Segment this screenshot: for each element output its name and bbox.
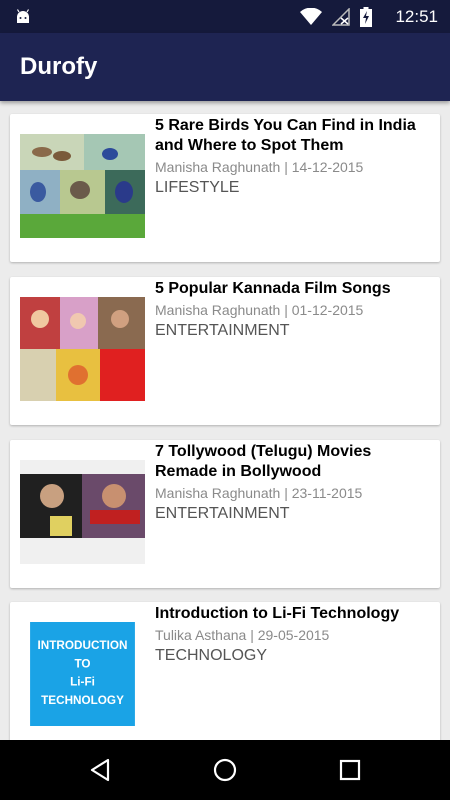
article-text: 7 Tollywood (Telugu) Movies Remade in Bo… — [155, 442, 432, 523]
clock: 12:51 — [395, 7, 438, 26]
article-thumbnail — [20, 134, 145, 238]
svg-text:Li-Fi: Li-Fi — [70, 676, 95, 689]
article-text: 5 Popular Kannada Film Songs Manisha Rag… — [155, 279, 432, 340]
wifi-icon — [300, 8, 322, 25]
article-text: 5 Rare Birds You Can Find in India and W… — [155, 116, 432, 197]
app-title: Durofy — [20, 53, 98, 80]
article-title: 7 Tollywood (Telugu) Movies Remade in Bo… — [155, 443, 372, 480]
article-title: 5 Rare Birds You Can Find in India and W… — [155, 117, 416, 154]
article-author-date: Manisha Raghunath | 14-12-2015 — [155, 159, 364, 175]
battery-charging-icon — [360, 7, 372, 27]
svg-text:TO: TO — [74, 657, 90, 670]
article-thumbnail: INTRODUCTION TO Li-Fi TECHNOLOGY — [30, 622, 135, 726]
article-title: Introduction to Li-Fi Technology — [155, 605, 400, 622]
article-card[interactable]: 5 Rare Birds You Can Find in India and W… — [10, 114, 440, 262]
svg-text:INTRODUCTION: INTRODUCTION — [38, 639, 128, 652]
recents-icon[interactable] — [337, 757, 363, 783]
svg-text:TECHNOLOGY: TECHNOLOGY — [41, 694, 124, 707]
article-thumbnail — [20, 460, 145, 564]
article-text: Introduction to Li-Fi Technology Tulika … — [155, 604, 432, 665]
article-category: ENTERTAINMENT — [155, 322, 290, 339]
article-category: LIFESTYLE — [155, 179, 240, 196]
status-bar: 12:51 — [0, 0, 450, 33]
article-category: TECHNOLOGY — [155, 647, 268, 664]
article-card[interactable]: 7 Tollywood (Telugu) Movies Remade in Bo… — [10, 440, 440, 588]
article-category: ENTERTAINMENT — [155, 505, 290, 522]
article-card[interactable]: 5 Popular Kannada Film Songs Manisha Rag… — [10, 277, 440, 425]
article-thumbnail — [20, 297, 145, 401]
app-bar: Durofy — [0, 33, 450, 101]
android-debug-icon — [16, 9, 30, 23]
navigation-bar — [0, 740, 450, 800]
article-author-date: Manisha Raghunath | 23-11-2015 — [155, 485, 363, 501]
back-icon[interactable] — [87, 757, 113, 783]
article-card[interactable]: INTRODUCTION TO Li-Fi TECHNOLOGY Introdu… — [10, 602, 440, 742]
no-signal-icon — [332, 8, 350, 26]
article-author-date: Manisha Raghunath | 01-12-2015 — [155, 302, 364, 318]
home-icon[interactable] — [212, 757, 238, 783]
system-icons — [300, 7, 372, 27]
article-title: 5 Popular Kannada Film Songs — [155, 280, 391, 297]
article-author-date: Tulika Asthana | 29-05-2015 — [155, 627, 330, 643]
